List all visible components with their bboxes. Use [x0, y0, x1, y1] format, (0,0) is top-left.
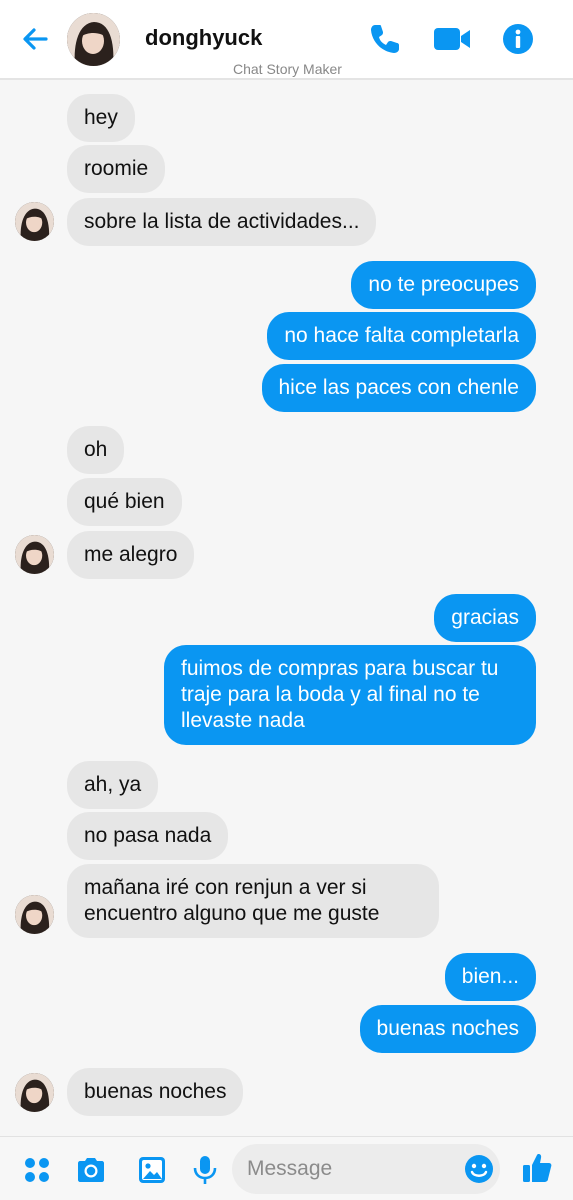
back-arrow-icon[interactable] [20, 24, 50, 54]
outgoing-message[interactable]: fuimos de compras para buscar tu traje p… [164, 645, 536, 745]
incoming-message[interactable]: hey [67, 94, 135, 142]
chat-header: donghyuck Chat Story Maker [0, 0, 573, 80]
four-dots-icon[interactable] [21, 1154, 53, 1186]
video-camera-icon[interactable] [432, 22, 472, 56]
incoming-message[interactable]: mañana iré con renjun a ver si encuentro… [67, 864, 439, 938]
sender-avatar[interactable] [15, 1073, 54, 1112]
incoming-message[interactable]: ah, ya [67, 761, 159, 809]
phone-icon[interactable] [368, 22, 402, 56]
incoming-message[interactable]: me alegro [67, 531, 195, 579]
smiley-icon[interactable] [463, 1153, 495, 1185]
message-input-container [232, 1144, 500, 1194]
incoming-message[interactable]: no pasa nada [67, 812, 229, 860]
composer-bar [0, 1136, 573, 1200]
outgoing-message[interactable]: gracias [434, 594, 536, 642]
incoming-message[interactable]: roomie [67, 145, 166, 193]
contact-avatar[interactable] [67, 13, 120, 66]
sender-avatar[interactable] [15, 202, 54, 241]
incoming-message[interactable]: qué bien [67, 478, 182, 526]
outgoing-message[interactable]: buenas noches [359, 1005, 536, 1053]
message-input[interactable] [247, 1154, 447, 1184]
thumbs-up-icon[interactable] [520, 1151, 554, 1185]
sender-avatar[interactable] [15, 895, 54, 934]
app-watermark: Chat Story Maker [233, 61, 342, 77]
sender-avatar[interactable] [15, 535, 54, 574]
incoming-message[interactable]: buenas noches [67, 1068, 244, 1116]
info-icon[interactable] [501, 22, 535, 56]
camera-icon[interactable] [75, 1154, 107, 1186]
microphone-icon[interactable] [189, 1154, 221, 1186]
contact-name[interactable]: donghyuck [145, 25, 262, 51]
outgoing-message[interactable]: hice las paces con chenle [261, 364, 536, 412]
incoming-message[interactable]: oh [67, 426, 125, 474]
image-icon[interactable] [136, 1154, 168, 1186]
outgoing-message[interactable]: no te preocupes [351, 261, 536, 309]
incoming-message[interactable]: sobre la lista de actividades... [67, 198, 377, 246]
outgoing-message[interactable]: no hace falta completarla [267, 312, 536, 360]
outgoing-message[interactable]: bien... [444, 953, 536, 1001]
